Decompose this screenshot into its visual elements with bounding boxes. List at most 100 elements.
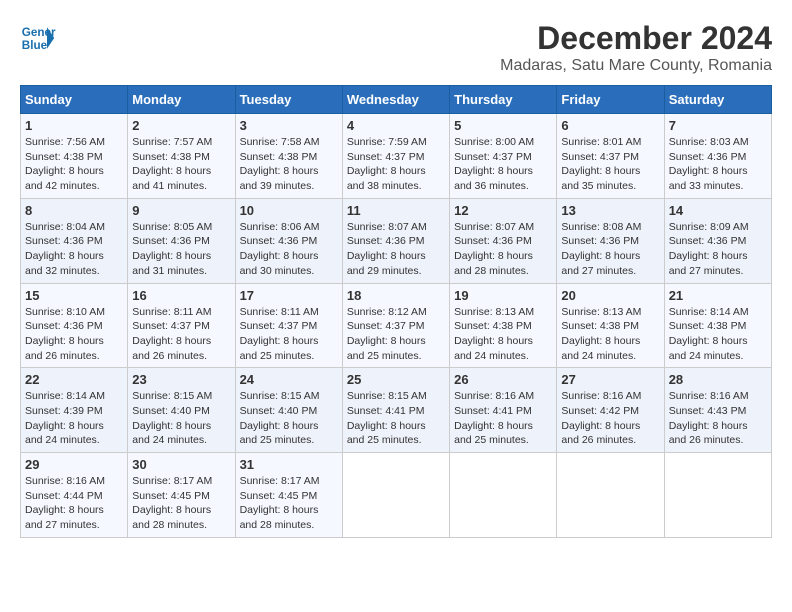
table-row: 6Sunrise: 8:01 AM Sunset: 4:37 PM Daylig… xyxy=(557,114,664,199)
day-number: 8 xyxy=(25,203,123,218)
day-number: 31 xyxy=(240,457,338,472)
day-info: Sunrise: 8:11 AM Sunset: 4:37 PM Dayligh… xyxy=(132,305,230,364)
day-number: 7 xyxy=(669,118,767,133)
day-info: Sunrise: 8:06 AM Sunset: 4:36 PM Dayligh… xyxy=(240,220,338,279)
day-info: Sunrise: 8:14 AM Sunset: 4:39 PM Dayligh… xyxy=(25,389,123,448)
table-row: 20Sunrise: 8:13 AM Sunset: 4:38 PM Dayli… xyxy=(557,283,664,368)
table-row: 27 Sunrise: 8:16 AM Sunset: 4:42 PM Dayli… xyxy=(557,368,664,453)
day-number: 10 xyxy=(240,203,338,218)
table-row: 3 Sunrise: 7:58 AM Sunset: 4:38 PM Daylig… xyxy=(235,114,342,199)
day-info: Sunrise: 8:08 AM Sunset: 4:36 PM Dayligh… xyxy=(561,220,659,279)
day-info: Sunrise: 8:16 AM Sunset: 4:42 PM Dayligh… xyxy=(561,389,659,448)
day-number: 18 xyxy=(347,288,445,303)
table-row: 14 Sunrise: 8:09 AM Sunset: 4:36 PM Dayli… xyxy=(664,198,771,283)
header-wednesday: Wednesday xyxy=(342,86,449,114)
svg-text:Blue: Blue xyxy=(22,39,48,52)
day-info: Sunrise: 8:10 AM Sunset: 4:36 PM Dayligh… xyxy=(25,305,123,364)
day-number: 14 xyxy=(669,203,767,218)
day-info: Sunrise: 8:16 AM Sunset: 4:41 PM Dayligh… xyxy=(454,389,552,448)
day-info: Sunrise: 8:17 AM Sunset: 4:45 PM Dayligh… xyxy=(240,474,338,533)
day-info: Sunrise: 8:03 AM Sunset: 4:36 PM Dayligh… xyxy=(669,135,767,194)
table-row xyxy=(342,453,449,538)
day-info: Sunrise: 8:15 AM Sunset: 4:41 PM Dayligh… xyxy=(347,389,445,448)
table-row: 1 Sunrise: 7:56 AM Sunset: 4:38 PM Daylig… xyxy=(21,114,128,199)
page-subtitle: Madaras, Satu Mare County, Romania xyxy=(500,57,772,75)
table-row: 18Sunrise: 8:12 AM Sunset: 4:37 PM Dayli… xyxy=(342,283,449,368)
day-number: 19 xyxy=(454,288,552,303)
header-tuesday: Tuesday xyxy=(235,86,342,114)
day-number: 12 xyxy=(454,203,552,218)
header-thursday: Thursday xyxy=(450,86,557,114)
logo: General Blue xyxy=(20,20,56,56)
table-row: 28 Sunrise: 8:16 AM Sunset: 4:43 PM Dayli… xyxy=(664,368,771,453)
day-number: 23 xyxy=(132,372,230,387)
header-sunday: Sunday xyxy=(21,86,128,114)
day-info: Sunrise: 8:09 AM Sunset: 4:36 PM Dayligh… xyxy=(669,220,767,279)
table-row xyxy=(557,453,664,538)
day-number: 5 xyxy=(454,118,552,133)
day-number: 4 xyxy=(347,118,445,133)
day-number: 24 xyxy=(240,372,338,387)
table-row: 9 Sunrise: 8:05 AM Sunset: 4:36 PM Daylig… xyxy=(128,198,235,283)
day-number: 6 xyxy=(561,118,659,133)
page-title: December 2024 xyxy=(500,20,772,57)
day-number: 25 xyxy=(347,372,445,387)
day-number: 11 xyxy=(347,203,445,218)
table-row: 31 Sunrise: 8:17 AM Sunset: 4:45 PM Dayli… xyxy=(235,453,342,538)
table-row: 15Sunrise: 8:10 AM Sunset: 4:36 PM Dayli… xyxy=(21,283,128,368)
table-row: 21 Sunrise: 8:14 AM Sunset: 4:38 PM Dayli… xyxy=(664,283,771,368)
logo-icon: General Blue xyxy=(20,20,56,56)
day-info: Sunrise: 8:05 AM Sunset: 4:36 PM Dayligh… xyxy=(132,220,230,279)
day-number: 1 xyxy=(25,118,123,133)
day-info: Sunrise: 8:11 AM Sunset: 4:37 PM Dayligh… xyxy=(240,305,338,364)
day-info: Sunrise: 8:14 AM Sunset: 4:38 PM Dayligh… xyxy=(669,305,767,364)
day-number: 30 xyxy=(132,457,230,472)
table-row: 26 Sunrise: 8:16 AM Sunset: 4:41 PM Dayli… xyxy=(450,368,557,453)
table-row: 17 Sunrise: 8:11 AM Sunset: 4:37 PM Dayli… xyxy=(235,283,342,368)
table-row: 30Sunrise: 8:17 AM Sunset: 4:45 PM Dayli… xyxy=(128,453,235,538)
day-number: 9 xyxy=(132,203,230,218)
calendar-week-row: 8Sunrise: 8:04 AM Sunset: 4:36 PM Daylig… xyxy=(21,198,772,283)
header-friday: Friday xyxy=(557,86,664,114)
day-number: 21 xyxy=(669,288,767,303)
table-row: 8Sunrise: 8:04 AM Sunset: 4:36 PM Daylig… xyxy=(21,198,128,283)
calendar-week-row: 1 Sunrise: 7:56 AM Sunset: 4:38 PM Daylig… xyxy=(21,114,772,199)
title-area: December 2024 Madaras, Satu Mare County,… xyxy=(500,20,772,75)
table-row: 2 Sunrise: 7:57 AM Sunset: 4:38 PM Daylig… xyxy=(128,114,235,199)
day-info: Sunrise: 8:15 AM Sunset: 4:40 PM Dayligh… xyxy=(132,389,230,448)
calendar-week-row: 15Sunrise: 8:10 AM Sunset: 4:36 PM Dayli… xyxy=(21,283,772,368)
day-number: 28 xyxy=(669,372,767,387)
page-header: General Blue December 2024 Madaras, Satu… xyxy=(20,20,772,75)
table-row: 4 Sunrise: 7:59 AM Sunset: 4:37 PM Daylig… xyxy=(342,114,449,199)
table-row: 29 Sunrise: 8:16 AM Sunset: 4:44 PM Dayli… xyxy=(21,453,128,538)
day-info: Sunrise: 8:16 AM Sunset: 4:43 PM Dayligh… xyxy=(669,389,767,448)
day-number: 26 xyxy=(454,372,552,387)
day-info: Sunrise: 8:07 AM Sunset: 4:36 PM Dayligh… xyxy=(454,220,552,279)
calendar-header-row: Sunday Monday Tuesday Wednesday Thursday… xyxy=(21,86,772,114)
day-number: 13 xyxy=(561,203,659,218)
day-number: 16 xyxy=(132,288,230,303)
day-number: 3 xyxy=(240,118,338,133)
day-info: Sunrise: 7:59 AM Sunset: 4:37 PM Dayligh… xyxy=(347,135,445,194)
day-info: Sunrise: 7:58 AM Sunset: 4:38 PM Dayligh… xyxy=(240,135,338,194)
day-info: Sunrise: 8:07 AM Sunset: 4:36 PM Dayligh… xyxy=(347,220,445,279)
table-row xyxy=(664,453,771,538)
day-info: Sunrise: 7:57 AM Sunset: 4:38 PM Dayligh… xyxy=(132,135,230,194)
day-info: Sunrise: 8:00 AM Sunset: 4:37 PM Dayligh… xyxy=(454,135,552,194)
day-info: Sunrise: 7:56 AM Sunset: 4:38 PM Dayligh… xyxy=(25,135,123,194)
day-number: 2 xyxy=(132,118,230,133)
table-row: 10 Sunrise: 8:06 AM Sunset: 4:36 PM Dayli… xyxy=(235,198,342,283)
day-number: 17 xyxy=(240,288,338,303)
day-info: Sunrise: 8:15 AM Sunset: 4:40 PM Dayligh… xyxy=(240,389,338,448)
calendar-week-row: 29 Sunrise: 8:16 AM Sunset: 4:44 PM Dayli… xyxy=(21,453,772,538)
day-number: 29 xyxy=(25,457,123,472)
day-number: 27 xyxy=(561,372,659,387)
table-row: 22 Sunrise: 8:14 AM Sunset: 4:39 PM Dayli… xyxy=(21,368,128,453)
day-number: 22 xyxy=(25,372,123,387)
table-row: 13 Sunrise: 8:08 AM Sunset: 4:36 PM Dayli… xyxy=(557,198,664,283)
day-info: Sunrise: 8:13 AM Sunset: 4:38 PM Dayligh… xyxy=(561,305,659,364)
table-row xyxy=(450,453,557,538)
table-row: 24 Sunrise: 8:15 AM Sunset: 4:40 PM Dayli… xyxy=(235,368,342,453)
day-info: Sunrise: 8:16 AM Sunset: 4:44 PM Dayligh… xyxy=(25,474,123,533)
table-row: 7 Sunrise: 8:03 AM Sunset: 4:36 PM Daylig… xyxy=(664,114,771,199)
